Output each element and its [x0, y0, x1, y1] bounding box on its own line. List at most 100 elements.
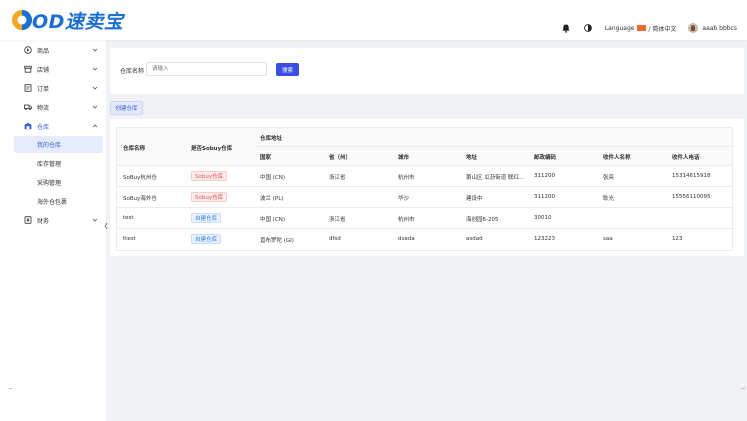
- chevron-up-icon: [92, 123, 98, 129]
- sidebar-subitem-inventory[interactable]: 库存管理: [14, 155, 103, 172]
- cell-country: 中国 (CN): [260, 217, 285, 223]
- cell-country: 直布罗陀 (GI): [260, 238, 294, 244]
- search-panel: 仓库名称 搜索: [110, 48, 744, 94]
- china-flag-icon[interactable]: [637, 25, 647, 31]
- sidebar-subitem-label: 我的仓库: [37, 142, 62, 149]
- cell-phone: 15556110095: [672, 194, 711, 200]
- cell-address: 萧山区 瓜沥街道 联红...: [466, 175, 525, 181]
- warehouse-icon: [24, 122, 32, 130]
- scroll-indicator: [741, 388, 745, 389]
- col-header-city: 城市: [398, 155, 410, 161]
- avatar[interactable]: [688, 23, 699, 33]
- cell-name: test: [123, 215, 134, 221]
- warehouse-table: 仓库名称 是否Sobuy仓库 仓库地址 国家 省（州） 城市 地址 邮政编码 收…: [116, 127, 734, 251]
- cell-city: dsada: [398, 236, 415, 242]
- language-value[interactable]: / 简体中文: [648, 24, 676, 33]
- language-label[interactable]: Language: [605, 25, 635, 32]
- sidebar-item-label: 仓库: [37, 123, 50, 131]
- sidebar-item-product[interactable]: 商品: [0, 41, 106, 59]
- notification-icon[interactable]: [561, 23, 571, 33]
- logo-mark-icon: [11, 9, 33, 31]
- chevron-down-icon: [92, 85, 98, 91]
- warehouse-table-card: 仓库名称 是否Sobuy仓库 仓库地址 国家 省（州） 城市 地址 邮政编码 收…: [110, 119, 744, 256]
- col-header-province: 省（州）: [329, 155, 352, 161]
- chevron-down-icon: [92, 47, 98, 53]
- col-header-address-group: 仓库地址: [260, 136, 283, 142]
- sidebar-item-label: 店铺: [37, 66, 50, 74]
- sidebar-item-label: 财务: [37, 217, 50, 225]
- order-icon: [24, 84, 32, 92]
- sidebar-item-order[interactable]: 订单: [0, 79, 106, 97]
- main-content: 仓库名称 搜索 创建仓库 仓库名称 是否Sobuy仓库 仓库地址 国家 省（州）…: [106, 40, 747, 421]
- sidebar: 商品 店铺 订单 物流 仓库 我的仓库 库存管理 采购管理 海外仓包裹 财务: [0, 40, 108, 421]
- cell-receiver: 张亮: [603, 175, 615, 181]
- chevron-down-icon: [92, 217, 98, 223]
- cell-country: 波兰 (PL): [260, 196, 284, 202]
- sidebar-item-finance[interactable]: 财务: [0, 211, 106, 229]
- col-header-postcode: 邮政编码: [534, 155, 557, 161]
- col-header-is-sobuy: 是否Sobuy仓库: [191, 146, 233, 152]
- col-header-address: 地址: [466, 155, 478, 161]
- cell-name: SoBuy海外仓: [123, 196, 157, 202]
- cell-receiver: saa: [603, 236, 613, 242]
- col-header-receiver: 收件人名称: [603, 155, 631, 161]
- status-badge: Sobuy仓库: [191, 192, 228, 202]
- header-actions: Language / 简体中文 aaab bbbcs: [561, 22, 737, 34]
- sidebar-subitem-label: 采购管理: [37, 180, 62, 187]
- sidebar-subitem-label: 库存管理: [37, 161, 62, 168]
- cell-province: dfsd: [329, 236, 341, 242]
- cell-country: 中国 (CN): [260, 175, 285, 181]
- search-label: 仓库名称: [120, 68, 145, 75]
- table-row[interactable]: SoBuy杭州仓 Sobuy仓库 中国 (CN) 浙江省 杭州市 萧山区 瓜沥街…: [117, 166, 732, 187]
- col-header-name: 仓库名称: [123, 146, 146, 152]
- cell-city: 华沙: [398, 196, 410, 202]
- table-row[interactable]: ttest 自建仓库 直布罗陀 (GI) dfsd dsada asdad 12…: [117, 229, 732, 250]
- sidebar-subitem-label: 海外仓包裹: [37, 199, 68, 206]
- username[interactable]: aaab bbbcs: [702, 25, 737, 32]
- cell-postcode: 30010: [534, 215, 552, 221]
- create-warehouse-button[interactable]: 创建仓库: [110, 101, 143, 115]
- theme-toggle-icon[interactable]: [583, 23, 593, 33]
- cell-address: 建设中: [466, 196, 483, 202]
- header-divider: [254, 146, 734, 147]
- cell-phone: 15314615918: [672, 173, 711, 179]
- cell-address: 海创园6-205: [466, 217, 499, 223]
- cell-postcode: 311200: [534, 194, 555, 200]
- table-row[interactable]: test 自建仓库 中国 (CN) 浙江省 杭州市 海创园6-205 30010: [117, 208, 732, 229]
- cell-receiver: 耿光: [603, 196, 615, 202]
- table-row[interactable]: SoBuy海外仓 Sobuy仓库 波兰 (PL) 华沙 建设中 311200 耿…: [117, 187, 732, 208]
- store-icon: [24, 65, 32, 73]
- finance-icon: [24, 216, 32, 224]
- col-header-phone: 收件人电话: [672, 155, 700, 161]
- cell-name: SoBuy杭州仓: [123, 175, 157, 181]
- logo-text: OD速卖宝: [32, 10, 124, 33]
- status-badge: 自建仓库: [191, 213, 222, 223]
- cell-postcode: 311200: [534, 173, 555, 179]
- sidebar-item-label: 物流: [37, 104, 50, 112]
- col-header-country: 国家: [260, 155, 272, 161]
- table-header: 仓库名称 是否Sobuy仓库 仓库地址 国家 省（州） 城市 地址 邮政编码 收…: [117, 128, 734, 166]
- sidebar-item-warehouse[interactable]: 仓库: [0, 117, 106, 135]
- status-badge: Sobuy仓库: [191, 171, 228, 181]
- truck-icon: [24, 103, 32, 111]
- cell-province: 浙江省: [329, 175, 346, 181]
- cell-name: ttest: [123, 236, 136, 242]
- cell-address: asdad: [466, 236, 483, 242]
- cell-province: 浙江省: [329, 217, 346, 223]
- cell-phone: 123: [672, 236, 683, 242]
- sidebar-subitem-my-warehouse[interactable]: 我的仓库: [14, 136, 103, 153]
- sidebar-item-label: 订单: [37, 85, 50, 93]
- cell-city: 杭州市: [398, 217, 415, 223]
- top-header: OD速卖宝 Language / 简体中文 aaab bbbcs: [0, 0, 747, 40]
- sidebar-subitem-overseas-package[interactable]: 海外仓包裹: [14, 193, 103, 210]
- scroll-indicator: [9, 388, 12, 389]
- search-button[interactable]: 搜索: [276, 63, 299, 76]
- chevron-down-icon: [92, 104, 98, 110]
- sidebar-subitem-purchase[interactable]: 采购管理: [14, 174, 103, 191]
- cell-postcode: 123223: [534, 236, 555, 242]
- search-input[interactable]: [146, 62, 267, 76]
- sidebar-item-label: 商品: [37, 47, 50, 55]
- sidebar-item-logistics[interactable]: 物流: [0, 98, 106, 116]
- sidebar-item-store[interactable]: 店铺: [0, 60, 106, 78]
- app-logo[interactable]: OD速卖宝: [11, 9, 124, 33]
